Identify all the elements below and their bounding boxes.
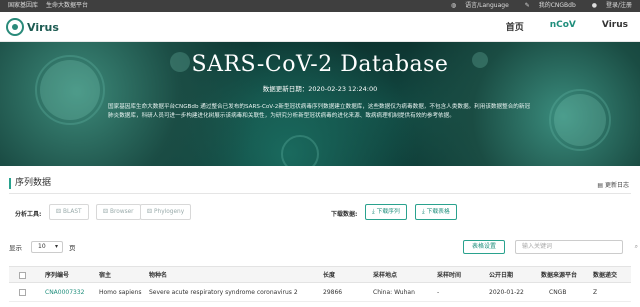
col-header-submitter[interactable]: 数据递交 <box>593 267 631 284</box>
cell-submitter: Z <box>593 289 598 296</box>
login-register-link[interactable]: ● 登录/注册 <box>585 2 632 9</box>
chevron-down-icon: ▾ <box>54 243 58 250</box>
col-header-source-platform[interactable]: 数据来源平台 <box>541 267 577 284</box>
table-row: CNA0007332 Homo sapiens Severe acute res… <box>9 284 631 302</box>
download-sequences-button[interactable]: ⤓ 下载序列 <box>365 204 407 220</box>
col-header-sampling-date[interactable]: 采样时间 <box>437 267 461 284</box>
show-label: 显示 <box>9 244 22 252</box>
logo-text: Virus <box>27 20 59 34</box>
my-cngbdb-link[interactable]: ✎ 我的CNGBdb <box>518 2 576 9</box>
cell-source-platform: CNGB <box>549 289 567 296</box>
listing-controls: 显示 10 ▾ 页 表格设置 输入关键词 ⌕ <box>9 240 638 256</box>
link-bigdata-platform[interactable]: 生命大数据平台 <box>46 2 88 9</box>
blast-icon: ⚄ <box>56 209 62 215</box>
accession-link[interactable]: CNA0007332 <box>45 284 85 301</box>
data-update-date: 数据更新日期：2020-02-23 12:24:00 <box>262 85 378 93</box>
virus-logo-icon <box>6 18 24 36</box>
nav-item-home[interactable]: 首页 <box>506 20 524 33</box>
cell-host: Homo sapiens <box>99 289 142 296</box>
section-header: 序列数据 ▤ 更新日志 <box>9 176 631 194</box>
select-all-checkbox[interactable] <box>19 272 26 279</box>
download-icon: ⤓ <box>372 209 375 215</box>
document-icon: ▤ <box>597 182 603 189</box>
page-unit-label: 页 <box>69 244 76 252</box>
cell-length: 29866 <box>323 289 343 296</box>
search-input[interactable]: 输入关键词 ⌕ <box>515 240 638 254</box>
page-size-select[interactable]: 10 ▾ <box>31 241 63 253</box>
globe-icon: ◍ <box>450 2 457 9</box>
column-settings-button[interactable]: 表格设置 <box>463 240 506 254</box>
site-logo[interactable]: Virus <box>6 18 59 36</box>
col-header-release-date[interactable]: 公开日期 <box>489 267 513 284</box>
language-switch[interactable]: ◍ 语言/Language <box>444 2 509 9</box>
top-utility-bar: 国家基因库 生命大数据平台 ◍ 语言/Language ✎ 我的CNGBdb ● 登录… <box>0 0 640 12</box>
col-header-length[interactable]: 长度 <box>323 267 335 284</box>
update-log-link[interactable]: ▤ 更新日志 <box>597 180 629 189</box>
nav-item-ncov[interactable]: nCoV <box>550 20 576 33</box>
search-icon[interactable]: ⌕ <box>635 241 638 253</box>
main-navbar: Virus 首页 nCoV Virus <box>0 12 640 42</box>
browser-icon: ⚄ <box>103 209 109 215</box>
wrench-icon: ✎ <box>524 2 530 9</box>
browser-button[interactable]: ⚄ Browser <box>96 204 141 220</box>
link-cngb[interactable]: 国家基因库 <box>8 2 38 9</box>
row-checkbox[interactable] <box>19 289 26 296</box>
download-icon: ⤓ <box>422 209 425 215</box>
phylogeny-icon: ⚄ <box>147 209 153 215</box>
table-header: 序列编号 宿主 物种名 长度 采样地点 采样时间 公开日期 数据来源平台 数据递… <box>9 266 631 283</box>
blast-button[interactable]: ⚄ BLAST <box>49 204 89 220</box>
cell-species: Severe acute respiratory syndrome corona… <box>149 289 298 296</box>
col-header-species[interactable]: 物种名 <box>149 267 167 284</box>
download-data-label: 下载数据: <box>331 211 358 218</box>
page-title: SARS-CoV-2 Database <box>191 52 449 77</box>
user-icon: ● <box>591 2 597 9</box>
database-description: 国家基因库生命大数据平台CNGBdb 通过整合已发布的SARS-CoV-2新型冠… <box>108 104 531 119</box>
cell-release-date: 2020-01-22 <box>489 289 524 296</box>
cell-sampling-date: - <box>437 289 440 296</box>
col-header-sampling-location[interactable]: 采样地点 <box>373 267 397 284</box>
col-header-accession[interactable]: 序列编号 <box>45 267 69 284</box>
nav-item-virus[interactable]: Virus <box>602 20 628 33</box>
phylogeny-button[interactable]: ⚄ Phylogeny <box>140 204 192 220</box>
analysis-tools-label: 分析工具: <box>15 211 42 218</box>
col-header-host[interactable]: 宿主 <box>99 267 111 284</box>
download-table-button[interactable]: ⤓ 下载表格 <box>415 204 457 220</box>
hero-banner: SARS-CoV-2 Database 数据更新日期：2020-02-23 12… <box>0 42 640 166</box>
tools-row: 分析工具: ⚄ BLAST ⚄ Browser ⚄ Phylogeny 下载数据: ⤓… <box>9 202 631 224</box>
cell-sampling-location: China: Wuhan <box>373 289 415 296</box>
section-title: 序列数据 <box>9 178 51 189</box>
